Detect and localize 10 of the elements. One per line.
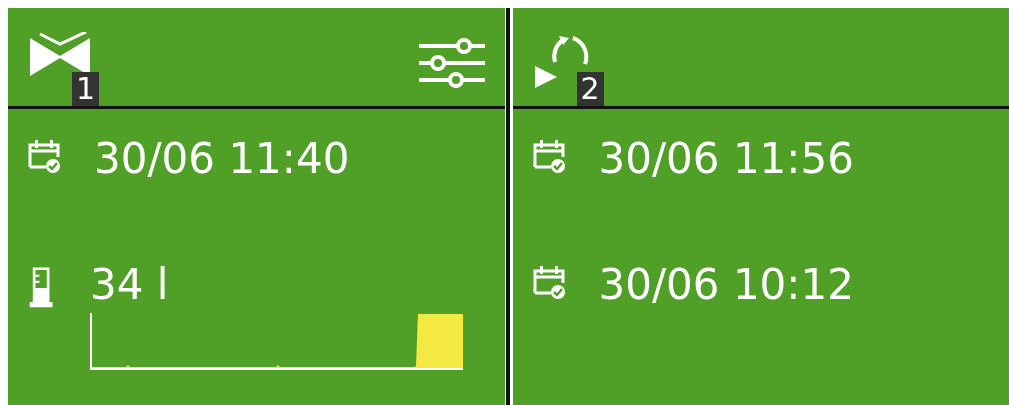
date-time-text: 30/06 10:12 [598, 259, 854, 311]
calendar-check-icon [532, 265, 565, 299]
volume-text: 34 l [90, 259, 170, 311]
date-time-text: 30/06 11:56 [598, 133, 854, 185]
settings-icon[interactable] [418, 38, 485, 88]
number-badge: 2 [576, 72, 604, 106]
date-time-text: 30/06 11:40 [94, 133, 350, 185]
calendar-check-icon [28, 139, 60, 173]
number-badge: 1 [72, 72, 100, 106]
calendar-check-icon [532, 139, 565, 173]
